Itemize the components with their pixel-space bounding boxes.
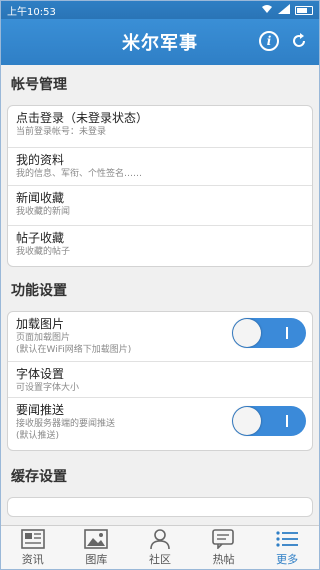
battery-icon bbox=[295, 5, 313, 15]
news-favorites-row[interactable]: 新闻收藏 我收藏的新闻 bbox=[8, 186, 312, 226]
row-subtitle: 我的信息、军衔、个性签名…… bbox=[16, 169, 143, 179]
settings-content[interactable]: 帐号管理 点击登录（未登录状态） 当前登录帐号：未登录 我的资料 我的信息、军衔… bbox=[1, 65, 319, 525]
tab-label: 资讯 bbox=[21, 553, 44, 566]
tab-bar: 资讯 图库 社区 热帖 更多 bbox=[1, 525, 319, 569]
more-icon bbox=[274, 528, 300, 550]
features-card: 加载图片 页面加载图片 (默认在WiFi网络下加载图片) 字体设置 可设置字体大… bbox=[7, 311, 313, 451]
row-title: 我的资料 bbox=[16, 153, 65, 167]
load-images-row: 加载图片 页面加载图片 (默认在WiFi网络下加载图片) bbox=[8, 312, 312, 362]
tab-label: 更多 bbox=[276, 553, 299, 566]
font-settings-row[interactable]: 字体设置 可设置字体大小 bbox=[8, 362, 312, 398]
tab-hot-posts[interactable]: 热帖 bbox=[192, 526, 256, 569]
news-push-row: 要闻推送 接收服务器端的要闻推送 (默认推送) bbox=[8, 398, 312, 450]
toggle-on-mark bbox=[286, 415, 288, 427]
login-row[interactable]: 点击登录（未登录状态） 当前登录帐号：未登录 bbox=[8, 106, 312, 148]
profile-row[interactable]: 我的资料 我的信息、军衔、个性签名…… bbox=[8, 148, 312, 186]
row-subtitle: 当前登录帐号：未登录 bbox=[16, 127, 107, 137]
signal-icon bbox=[278, 3, 290, 17]
tab-label: 社区 bbox=[148, 553, 171, 566]
community-icon bbox=[147, 528, 173, 550]
account-card: 点击登录（未登录状态） 当前登录帐号：未登录 我的资料 我的信息、军衔、个性签名… bbox=[7, 105, 313, 267]
status-icons bbox=[261, 3, 313, 17]
section-title-features: 功能设置 bbox=[11, 283, 67, 299]
tab-news[interactable]: 资讯 bbox=[1, 526, 65, 569]
nav-actions: i bbox=[259, 31, 309, 51]
tab-label: 热帖 bbox=[212, 553, 235, 566]
row-subtitle: 我收藏的新闻 bbox=[16, 207, 71, 217]
status-bar: 上午10:53 bbox=[1, 1, 319, 19]
gallery-icon bbox=[83, 528, 109, 550]
tab-label: 图库 bbox=[85, 553, 108, 566]
wifi-icon bbox=[261, 4, 273, 17]
app-title: 米尔军事 bbox=[122, 33, 198, 54]
row-title: 新闻收藏 bbox=[16, 191, 65, 205]
hot-posts-icon bbox=[211, 528, 237, 550]
status-time: 上午10:53 bbox=[7, 6, 56, 18]
news-icon bbox=[20, 528, 46, 550]
section-title-account: 帐号管理 bbox=[11, 77, 67, 93]
section-title-cache: 缓存设置 bbox=[11, 469, 67, 485]
load-images-toggle[interactable] bbox=[232, 318, 306, 348]
tab-gallery[interactable]: 图库 bbox=[65, 526, 129, 569]
news-push-toggle[interactable] bbox=[232, 406, 306, 436]
nav-bar: 米尔军事 i bbox=[1, 19, 319, 65]
row-subtitle: 可设置字体大小 bbox=[16, 383, 80, 393]
row-subtitle: 我收藏的帖子 bbox=[16, 247, 71, 257]
row-title: 字体设置 bbox=[16, 367, 65, 381]
row-title: 点击登录（未登录状态） bbox=[16, 111, 149, 125]
toggle-knob bbox=[233, 407, 261, 435]
tab-more[interactable]: 更多 bbox=[255, 526, 319, 569]
toggle-on-mark bbox=[286, 327, 288, 339]
row-title: 帖子收藏 bbox=[16, 231, 65, 245]
refresh-icon[interactable] bbox=[289, 31, 309, 51]
post-favorites-row[interactable]: 帖子收藏 我收藏的帖子 bbox=[8, 226, 312, 266]
tab-community[interactable]: 社区 bbox=[128, 526, 192, 569]
info-icon[interactable]: i bbox=[259, 31, 279, 51]
cache-card bbox=[7, 497, 313, 517]
toggle-knob bbox=[233, 319, 261, 347]
